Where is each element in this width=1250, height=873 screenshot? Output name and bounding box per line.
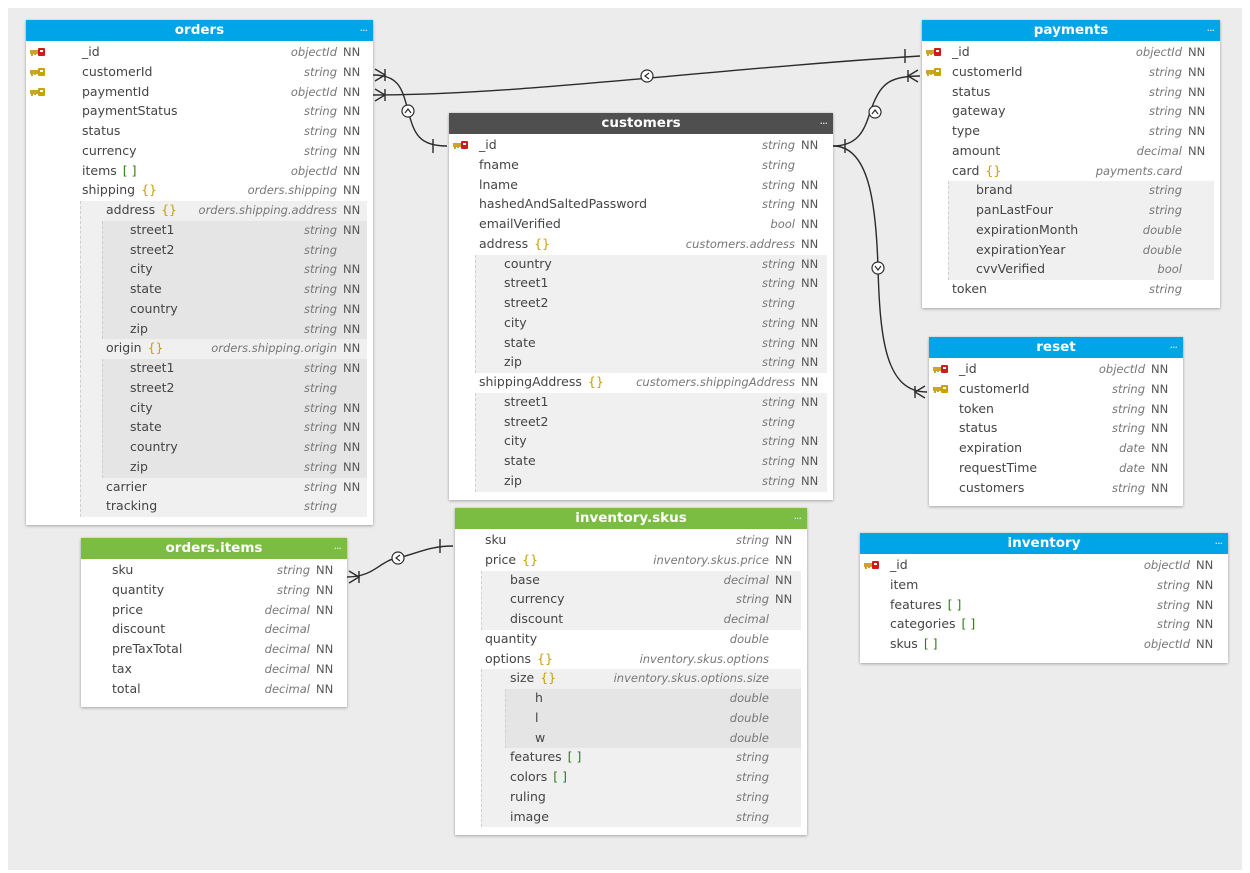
relation-cardinality-marker <box>401 104 415 118</box>
relation-cardinality-marker <box>868 105 882 119</box>
relation-cardinality-marker <box>871 261 885 275</box>
relation-cardinality-marker <box>640 69 654 83</box>
relationship-lines <box>346 49 928 584</box>
relation-cardinality-marker <box>391 551 405 565</box>
